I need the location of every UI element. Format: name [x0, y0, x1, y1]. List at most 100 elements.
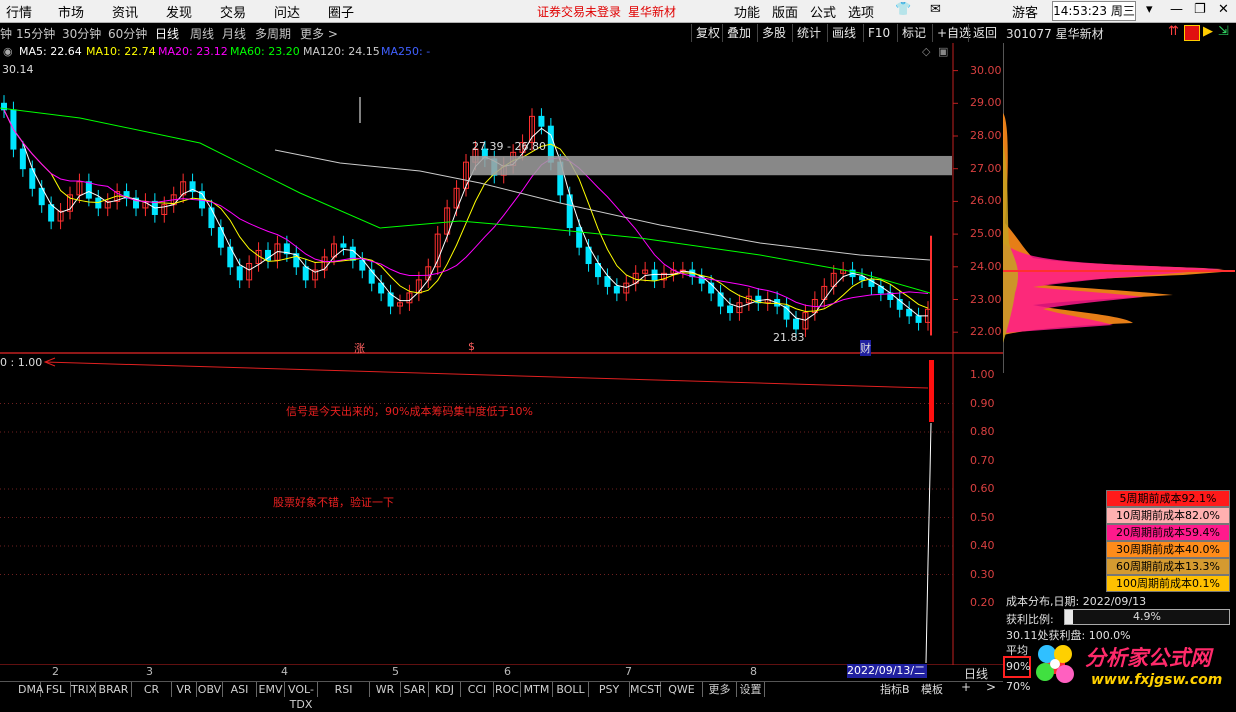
menu-item-circle[interactable]: 圈子 [328, 2, 354, 21]
stock-code-name: 301077 星华新材 [1006, 27, 1104, 41]
kline-chart-area[interactable] [0, 43, 1003, 665]
period-toolbar: 钟 15分钟 30分钟 60分钟 日线 周线 月线 多周期 更多 > 复权 叠加… [0, 23, 1003, 43]
expand-icon[interactable]: ⇲ [1218, 24, 1229, 39]
indicator-tab[interactable]: BOLL [553, 682, 589, 697]
chip-cost-row: 10周期前成本82.0% [1106, 507, 1230, 524]
indicator-tab[interactable]: CR [132, 682, 172, 697]
play-icon[interactable]: ▶ [1203, 24, 1213, 39]
mail-icon[interactable]: ✉ [930, 2, 941, 17]
menu-dropdown-icon[interactable]: ▾ [1146, 2, 1153, 17]
chip-cost-row: 20周期前成本59.4% [1106, 524, 1230, 541]
indicator-tab[interactable]: KDJ [429, 682, 461, 697]
menu-item-quotes[interactable]: 行情 [6, 2, 32, 21]
multi-stock-button[interactable]: 多股 [757, 24, 790, 42]
x-month-label: 5 [392, 665, 399, 678]
indicator-tab[interactable]: EMV [257, 682, 285, 697]
menu-item-options[interactable]: 选项 [848, 2, 874, 21]
cursor-date-box: 2022/09/13/二 [847, 664, 927, 678]
arrows-icon[interactable]: ⇈ [1168, 24, 1179, 39]
login-notice[interactable]: 证券交易未登录 [537, 3, 621, 20]
chip-cost-row: 5周期前成本92.1% [1106, 490, 1230, 507]
indicator-tab[interactable]: RSI [318, 682, 370, 697]
menu-item-news[interactable]: 资讯 [112, 2, 138, 21]
indicator-line [925, 422, 932, 664]
x-month-label: 2 [52, 665, 59, 678]
indicator-tab[interactable]: VOL-TDX [285, 682, 318, 711]
indicator-tab[interactable]: 更多 [703, 682, 737, 697]
x-month-label: 4 [281, 665, 288, 678]
candle [302, 266, 309, 281]
menu-item-function[interactable]: 功能 [734, 2, 760, 21]
overlay-button[interactable]: 叠加 [722, 24, 755, 42]
stats-button[interactable]: 统计 [792, 24, 825, 42]
flag-icon[interactable] [1184, 25, 1200, 41]
guest-label[interactable]: 游客 [1012, 2, 1038, 21]
menu-item-wenda[interactable]: 问达 [274, 2, 300, 21]
marker-dividend[interactable]: $ [468, 340, 475, 353]
marker-finance[interactable]: 财 [860, 340, 871, 356]
indicator-tab[interactable]: TRIX [71, 682, 96, 697]
watermark-title: 分析家公式网 [1085, 646, 1211, 670]
menu-item-layout[interactable]: 版面 [772, 2, 798, 21]
add-tab-button[interactable]: + [961, 680, 971, 694]
indicator-tab[interactable]: BRAR [96, 682, 132, 697]
indicator-tab[interactable]: DMA [18, 682, 44, 697]
price-tick-label: 25.00 [970, 227, 1002, 241]
indicator-b-button[interactable]: 指标B [880, 681, 910, 697]
indicator-tab[interactable]: MTM [521, 682, 553, 697]
profit-ratio-value: 4.9% [1133, 610, 1161, 623]
menu-item-trade[interactable]: 交易 [220, 2, 246, 21]
x-month-label: 7 [625, 665, 632, 678]
minimize-icon[interactable]: — [1170, 2, 1183, 17]
skin-icon[interactable]: 👕 [895, 2, 911, 17]
period-60min[interactable]: 60分钟 [108, 25, 147, 42]
next-tab-button[interactable]: > [986, 680, 996, 694]
period-daily[interactable]: 日线 [155, 25, 179, 42]
period-more[interactable]: 更多 > [300, 25, 338, 42]
period-weekly[interactable]: 周线 [190, 25, 214, 42]
indicator-tab[interactable]: OBV [197, 682, 223, 697]
indicator-tick-label: 0.50 [970, 510, 995, 524]
adjust-button[interactable]: 复权 [691, 24, 724, 42]
f10-button[interactable]: F10 [863, 24, 894, 42]
period-monthly[interactable]: 月线 [222, 25, 246, 42]
candle [95, 197, 102, 209]
profit-ratio-label: 获利比例: [1006, 613, 1054, 626]
indicator-tab[interactable]: ASI [223, 682, 257, 697]
indicator-tab[interactable]: FSL [41, 682, 71, 697]
indicator-tab[interactable]: MCST [630, 682, 661, 697]
menu-item-market[interactable]: 市场 [58, 2, 84, 21]
period-15min[interactable]: 15分钟 [16, 25, 55, 42]
candle [915, 315, 922, 323]
watermark-url: www.fxjgsw.com [1091, 672, 1223, 688]
high-price-label: 30.14 [2, 63, 34, 76]
indicator-tab[interactable]: 设置 [737, 682, 765, 697]
back-button[interactable]: 返回 [968, 24, 1001, 42]
mark-button[interactable]: 标记 [897, 24, 930, 42]
indicator-tab[interactable]: ROC [494, 682, 521, 697]
watermark-logo: 分析家公式网 www.fxjgsw.com [1027, 636, 1233, 694]
range-label: 27.39 - 26.80 [472, 140, 546, 153]
indicator-tab[interactable]: SAR [401, 682, 429, 697]
close-icon[interactable]: ✕ [1218, 2, 1229, 17]
period-minute[interactable]: 钟 [0, 25, 12, 42]
period-30min[interactable]: 30分钟 [62, 25, 101, 42]
menu-item-formula[interactable]: 公式 [810, 2, 836, 21]
price-tick-label: 23.00 [970, 292, 1002, 306]
maximize-icon[interactable]: ❐ [1194, 2, 1206, 17]
indicator-tick-label: 0.20 [970, 596, 995, 609]
template-button[interactable]: 模板 [921, 681, 943, 697]
indicator-tab[interactable]: WR [370, 682, 401, 697]
indicator-tab[interactable]: PSY [589, 682, 630, 697]
marker-limit-up[interactable]: 涨 [354, 340, 365, 356]
menu-item-discover[interactable]: 发现 [166, 2, 192, 21]
chip-cost-row: 60周期前成本13.3% [1106, 558, 1230, 575]
indicator-tab[interactable]: VR [172, 682, 197, 697]
draw-button[interactable]: 画线 [827, 24, 860, 42]
period-multi[interactable]: 多周期 [255, 25, 291, 42]
candle [19, 148, 26, 170]
price-tick-label: 29.00 [970, 96, 1002, 110]
indicator-tab[interactable]: CCI [461, 682, 494, 697]
indicator-tab[interactable]: QWE [661, 682, 703, 697]
price-tick-label: 28.00 [970, 129, 1002, 142]
